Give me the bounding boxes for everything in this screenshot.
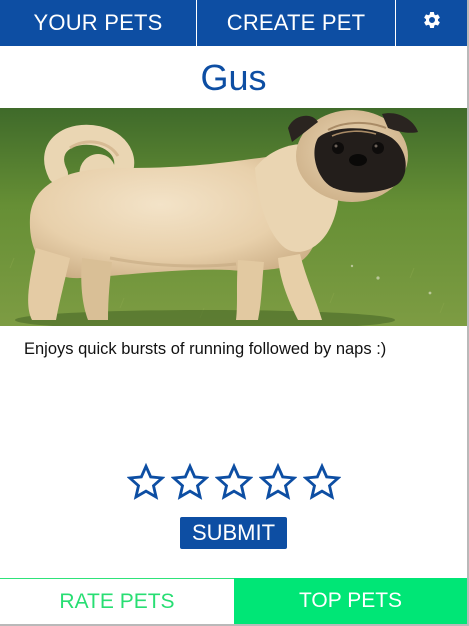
settings-button[interactable] xyxy=(396,0,467,46)
create-pet-tab[interactable]: CREATE PET xyxy=(197,0,396,46)
star-3-button[interactable] xyxy=(215,462,253,502)
star-outline-icon xyxy=(215,462,253,502)
pet-photo xyxy=(0,108,467,326)
bottom-navigation: RATE PETS TOP PETS xyxy=(0,578,467,624)
gear-icon xyxy=(422,10,442,36)
pet-name-title: Gus xyxy=(200,57,267,98)
submit-button[interactable]: SUBMIT xyxy=(180,517,287,549)
rating-stars xyxy=(127,462,341,502)
star-2-button[interactable] xyxy=(171,462,209,502)
tab-rate-pets[interactable]: RATE PETS xyxy=(0,578,234,624)
star-outline-icon xyxy=(259,462,297,502)
star-outline-icon xyxy=(127,462,165,502)
top-navigation: YOUR PETS CREATE PET xyxy=(0,0,467,46)
tab-top-pets[interactable]: TOP PETS xyxy=(234,578,467,624)
star-outline-icon xyxy=(303,462,341,502)
star-5-button[interactable] xyxy=(303,462,341,502)
star-4-button[interactable] xyxy=(259,462,297,502)
star-1-button[interactable] xyxy=(127,462,165,502)
app-frame: YOUR PETS CREATE PET Gus Enjoys quick bu… xyxy=(0,0,469,626)
your-pets-tab[interactable]: YOUR PETS xyxy=(0,0,197,46)
star-outline-icon xyxy=(171,462,209,502)
pet-description: Enjoys quick bursts of running followed … xyxy=(24,340,387,358)
